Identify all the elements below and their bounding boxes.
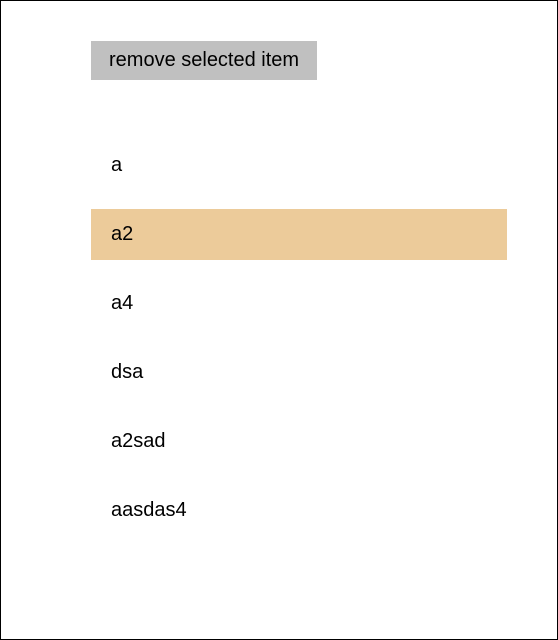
list-item-label: a2sad (111, 430, 166, 452)
list-item[interactable]: a (91, 140, 507, 191)
list-item-label: a (111, 154, 122, 176)
item-list: a a2 a4 dsa a2sad aasdas4 (91, 140, 507, 536)
list-item-label: aasdas4 (111, 499, 187, 521)
list-item-label: a4 (111, 292, 133, 314)
list-item[interactable]: a4 (91, 278, 507, 329)
list-item-label: dsa (111, 361, 143, 383)
list-item[interactable]: dsa (91, 347, 507, 398)
remove-selected-button[interactable]: remove selected item (91, 41, 317, 80)
list-item[interactable]: a2sad (91, 416, 507, 467)
list-item[interactable]: a2 (91, 209, 507, 260)
list-item-label: a2 (111, 223, 133, 245)
list-item[interactable]: aasdas4 (91, 485, 507, 536)
